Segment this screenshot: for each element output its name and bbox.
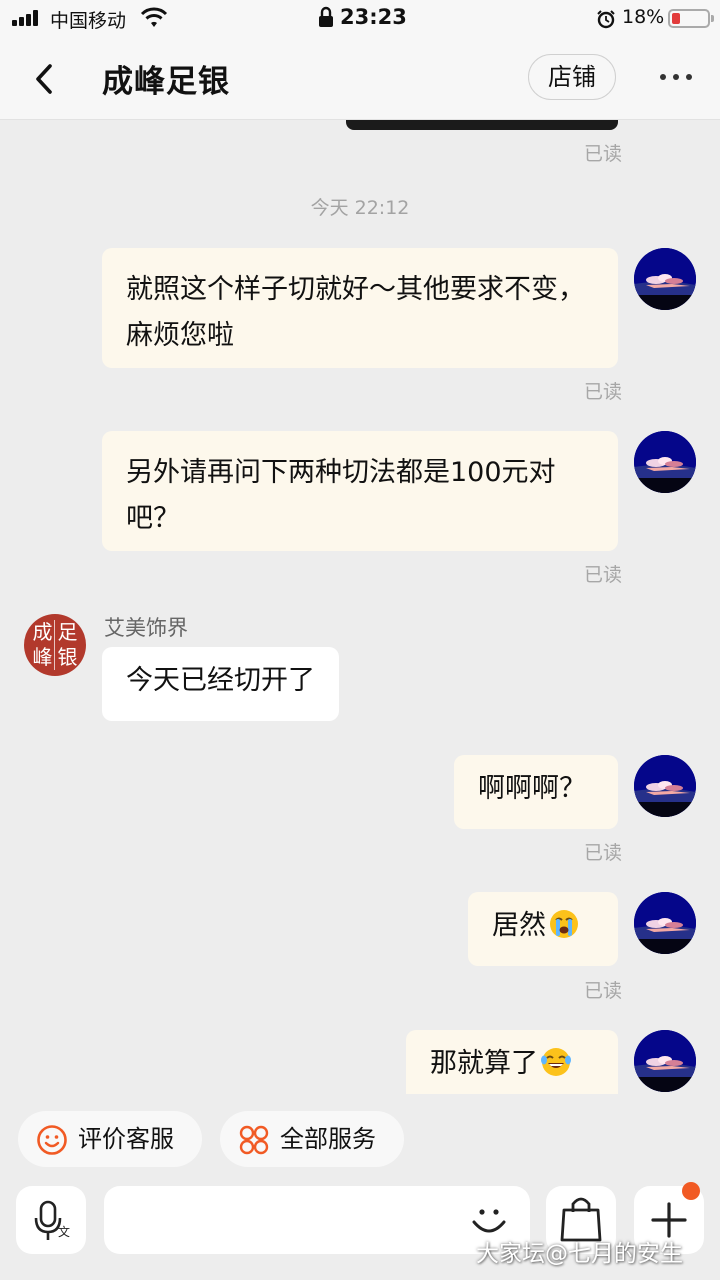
more-options-icon[interactable]	[656, 66, 696, 86]
message-text: 那就算了	[430, 1048, 538, 1079]
battery-percent: 18%	[622, 6, 665, 28]
shop-avatar-char: 足	[57, 620, 78, 644]
battery-icon	[668, 9, 714, 28]
shop-avatar[interactable]: 成 足 峰 银	[24, 614, 86, 676]
user-avatar[interactable]	[634, 431, 696, 493]
time-separator: 今天 22:12	[310, 197, 410, 219]
chip-label: 评价客服	[78, 1125, 174, 1153]
sender-name: 艾美饰界	[104, 616, 188, 640]
user-avatar[interactable]	[634, 1030, 696, 1092]
status-bar: 中国移动 23:23 18%	[0, 0, 720, 38]
voice-input-button[interactable]: 文	[16, 1186, 86, 1254]
avatar-cloud-icon	[634, 431, 696, 493]
carrier-name: 中国移动	[50, 10, 127, 32]
message-text: 居然	[492, 910, 546, 941]
shop-avatar-char: 成	[32, 620, 53, 644]
signal-icon	[12, 10, 42, 26]
services-grid-icon	[239, 1125, 269, 1155]
shop-avatar-char: 峰	[32, 645, 53, 669]
user-avatar[interactable]	[634, 892, 696, 954]
lock-icon	[319, 6, 333, 27]
crying-face-icon	[550, 910, 578, 938]
message-list[interactable]: 已读 今天 22:12 就照这个样子切就好～其他要求不变，麻烦您啦 已读 另外请…	[0, 120, 720, 1094]
message-bubble-mine[interactable]: 那就算了	[406, 1030, 618, 1094]
avatar-cloud-icon	[634, 248, 696, 310]
read-receipt: 已读	[583, 842, 622, 864]
read-receipt: 已读	[583, 564, 622, 586]
quick-actions-bar: 评价客服 全部服务	[0, 1094, 720, 1184]
user-avatar[interactable]	[634, 755, 696, 817]
avatar-cloud-icon	[634, 755, 696, 817]
chat-header: 成峰足银 店铺	[0, 38, 720, 120]
shop-avatar-char: 银	[57, 645, 78, 669]
clock-time: 23:23	[340, 5, 407, 29]
avatar-cloud-icon	[634, 892, 696, 954]
message-bubble-mine[interactable]: 居然	[468, 892, 618, 966]
chip-label: 全部服务	[280, 1125, 376, 1153]
message-bubble-mine[interactable]: 啊啊啊？	[454, 755, 618, 829]
read-receipt: 已读	[583, 143, 622, 165]
back-arrow-icon[interactable]	[28, 60, 62, 98]
user-avatar[interactable]	[634, 248, 696, 310]
rate-service-button[interactable]: 评价客服	[18, 1111, 202, 1167]
page-title: 成峰足银	[102, 64, 230, 100]
image-message-preview[interactable]	[346, 120, 618, 130]
message-bubble-shop[interactable]: 今天已经切开了	[102, 647, 339, 721]
read-receipt: 已读	[583, 381, 622, 403]
tears-of-joy-icon	[541, 1048, 571, 1076]
alarm-icon	[597, 10, 615, 29]
watermark: 大家坛@七月的安生	[476, 1241, 683, 1267]
wifi-icon	[140, 7, 168, 27]
microphone-icon: 文	[34, 1200, 70, 1240]
read-receipt: 已读	[583, 980, 622, 1002]
avatar-cloud-icon	[634, 1030, 696, 1092]
store-button[interactable]: 店铺	[528, 54, 616, 100]
smiley-icon	[37, 1125, 67, 1155]
svg-text:文: 文	[58, 1224, 70, 1239]
notification-dot	[682, 1182, 700, 1200]
all-services-button[interactable]: 全部服务	[220, 1111, 404, 1167]
message-bubble-mine[interactable]: 就照这个样子切就好～其他要求不变，麻烦您啦	[102, 248, 618, 368]
message-bubble-mine[interactable]: 另外请再问下两种切法都是100元对吧？	[102, 431, 618, 551]
